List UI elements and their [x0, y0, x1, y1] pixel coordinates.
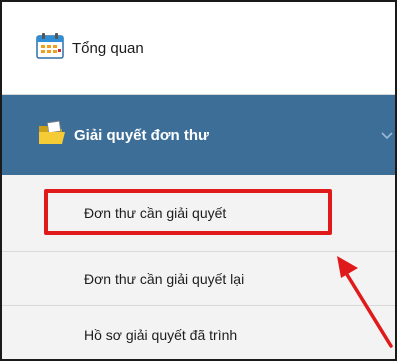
folder-open-icon: [38, 120, 66, 151]
submenu-item-petitions-to-re-resolve[interactable]: Đơn thư cần giải quyết lại: [2, 252, 395, 306]
submenu-item-petitions-to-resolve[interactable]: Đơn thư cần giải quyết: [2, 175, 395, 252]
menu-item-resolve-petitions[interactable]: Giải quyết đơn thư: [2, 95, 395, 175]
chevron-down-icon[interactable]: [379, 127, 395, 143]
menu-item-overview[interactable]: Tổng quan: [2, 2, 395, 95]
calendar-icon: [36, 32, 64, 64]
menu-item-overview-label: Tổng quan: [72, 39, 144, 57]
submenu-item-label: Đơn thư cần giải quyết lại: [84, 270, 245, 287]
submenu-item-label: Đơn thư cần giải quyết: [84, 205, 227, 221]
submenu-item-label: Hồ sơ giải quyết đã trình: [84, 326, 238, 343]
sidebar-menu: Tổng quan Giải quyết đơn thư Đơn thư cần…: [0, 0, 397, 361]
submenu-item-submitted-resolution-files[interactable]: Hồ sơ giải quyết đã trình: [2, 306, 395, 359]
menu-item-resolve-petitions-label: Giải quyết đơn thư: [74, 126, 209, 144]
